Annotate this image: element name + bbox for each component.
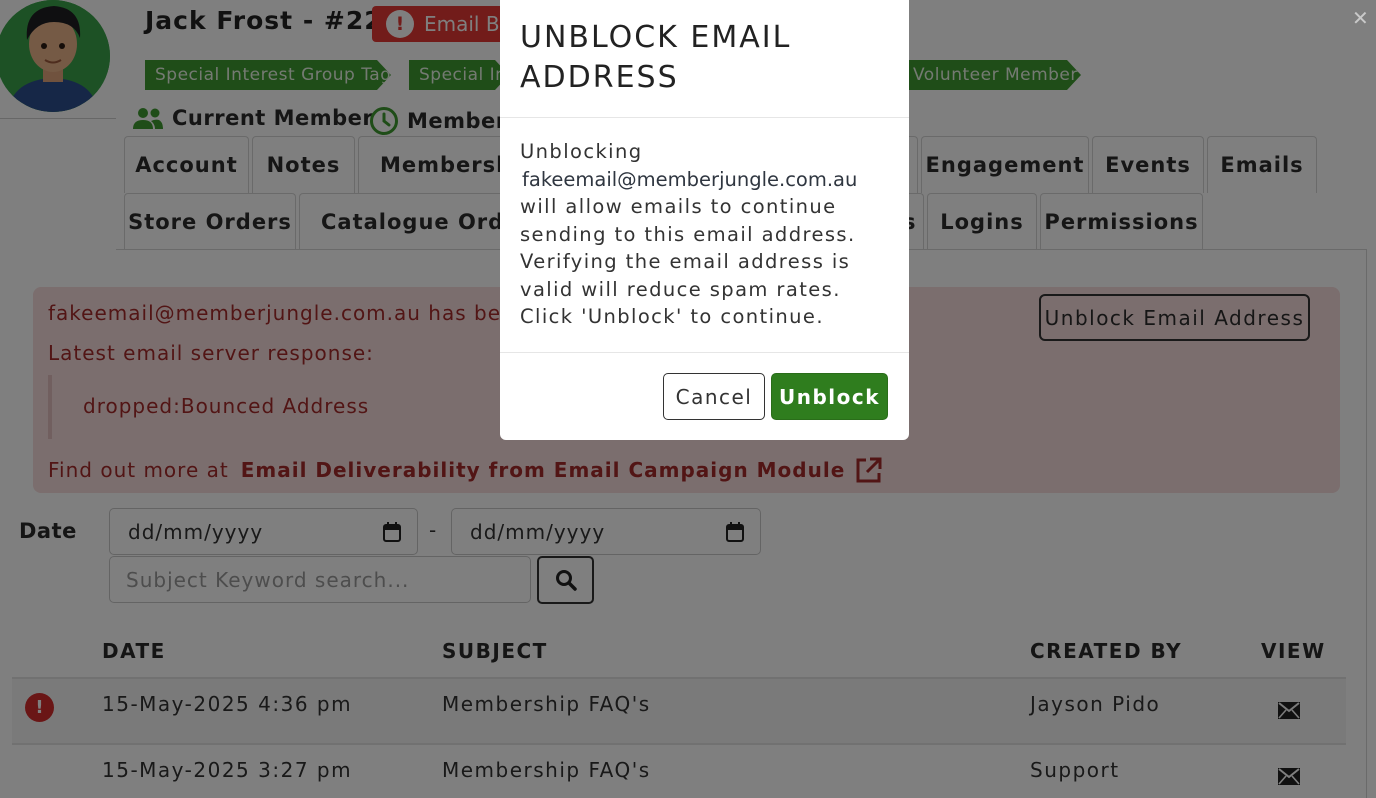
modal-body-text: will allow emails to continue sending to… <box>520 195 856 301</box>
modal-footer-divider <box>500 352 909 353</box>
cancel-button[interactable]: Cancel <box>663 373 765 420</box>
unblock-button[interactable]: Unblock <box>771 373 888 420</box>
modal-body-intro: Unblocking <box>520 140 643 163</box>
modal-body: Unblocking fakeemail@memberjungle.com.au… <box>520 138 892 331</box>
close-icon[interactable]: ✕ <box>1352 6 1369 30</box>
modal-title: UNBLOCK EMAIL ADDRESS <box>520 20 792 95</box>
modal-body-instruction: Click 'Unblock' to continue. <box>520 305 824 328</box>
unblock-email-modal: UNBLOCK EMAIL ADDRESS Unblocking fakeema… <box>500 0 909 440</box>
modal-body-email: fakeemail@memberjungle.com.au <box>522 167 858 191</box>
modal-header-divider <box>500 117 909 118</box>
